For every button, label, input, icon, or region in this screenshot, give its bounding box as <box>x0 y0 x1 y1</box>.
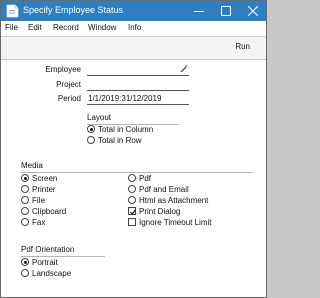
paste-special-icon[interactable] <box>180 65 188 76</box>
radio-button[interactable] <box>87 125 95 133</box>
hansa-app-icon <box>6 4 19 18</box>
pdf-orientation-section-title: Pdf Orientation <box>21 245 75 254</box>
checkbox[interactable] <box>128 207 137 215</box>
radio-button[interactable] <box>21 185 29 193</box>
minimize-button[interactable] <box>186 1 212 21</box>
employee-field[interactable] <box>87 64 189 76</box>
menu-record[interactable]: Record <box>53 23 79 32</box>
run-button[interactable]: Run <box>235 42 250 51</box>
employee-label: Employee <box>45 65 81 74</box>
period-field[interactable]: 1/1/2019:31/12/2019 <box>87 93 189 105</box>
menu-bar: File Edit Record Window Info <box>1 21 266 37</box>
window-title: Specify Employee Status <box>23 5 124 15</box>
radio-button[interactable] <box>21 174 29 182</box>
radio-button[interactable] <box>87 136 95 144</box>
radio-button[interactable] <box>21 218 29 226</box>
media-section-title: Media <box>21 161 43 170</box>
checkmark-icon <box>129 209 137 215</box>
menu-file[interactable]: File <box>5 23 18 32</box>
radio-button[interactable] <box>21 207 29 215</box>
project-field[interactable] <box>87 79 189 91</box>
radio-button[interactable] <box>21 269 29 277</box>
layout-section-title: Layout <box>87 113 112 122</box>
maximize-button[interactable] <box>213 1 239 21</box>
title-bar[interactable]: Specify Employee Status <box>1 1 266 21</box>
period-label: Period <box>57 94 81 103</box>
radio-button[interactable] <box>128 196 136 204</box>
menu-window[interactable]: Window <box>88 23 116 32</box>
checkbox[interactable] <box>128 218 136 226</box>
radio-button[interactable] <box>21 196 29 204</box>
report-window: Specify Employee Status File Edit Record <box>0 0 267 298</box>
menu-edit[interactable]: Edit <box>28 23 42 32</box>
close-button[interactable] <box>240 1 266 21</box>
radio-button[interactable] <box>128 174 136 182</box>
menu-info[interactable]: Info <box>128 23 141 32</box>
radio-button[interactable] <box>21 258 29 266</box>
radio-button[interactable] <box>128 185 136 193</box>
button-bar: Run <box>1 37 266 60</box>
project-label: Project <box>56 80 81 89</box>
